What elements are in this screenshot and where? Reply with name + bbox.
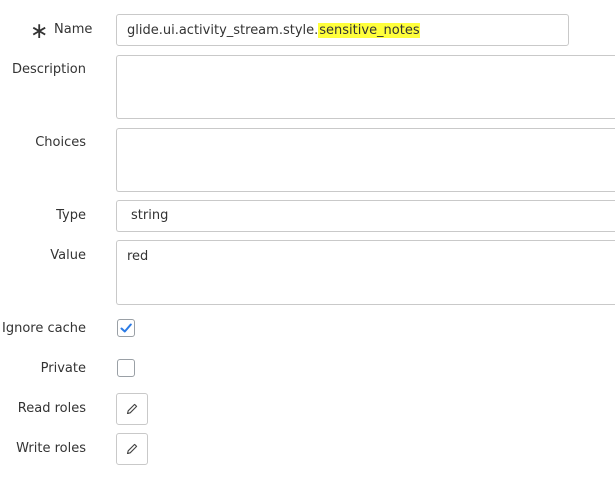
pencil-icon	[126, 403, 138, 415]
name-value-highlight: sensitive_notes	[318, 23, 420, 38]
ignore-cache-label: Ignore cache	[2, 321, 86, 336]
pencil-icon	[126, 443, 138, 455]
description-label: Description	[11, 62, 86, 77]
choices-label: Choices	[35, 135, 86, 150]
name-label: Name	[54, 22, 93, 37]
description-textarea[interactable]	[116, 55, 615, 119]
write-roles-label: Write roles	[16, 441, 86, 456]
choices-textarea[interactable]	[116, 128, 615, 192]
name-value-text: glide.ui.activity_stream.style.	[127, 23, 319, 38]
read-roles-edit-button[interactable]	[116, 393, 148, 425]
required-asterisk-icon: ∗	[30, 18, 49, 43]
value-label: Value	[50, 248, 86, 263]
type-input[interactable]: string	[116, 200, 615, 232]
ignore-cache-checkbox[interactable]	[117, 319, 135, 337]
value-textarea[interactable]: red	[116, 240, 615, 305]
private-checkbox[interactable]	[117, 359, 135, 377]
write-roles-edit-button[interactable]	[116, 433, 148, 465]
read-roles-label: Read roles	[17, 401, 86, 416]
name-input[interactable]: glide.ui.activity_stream.style.sensitive…	[116, 14, 569, 46]
checkmark-icon	[120, 323, 132, 333]
private-label: Private	[40, 361, 86, 376]
type-label: Type	[56, 208, 86, 223]
